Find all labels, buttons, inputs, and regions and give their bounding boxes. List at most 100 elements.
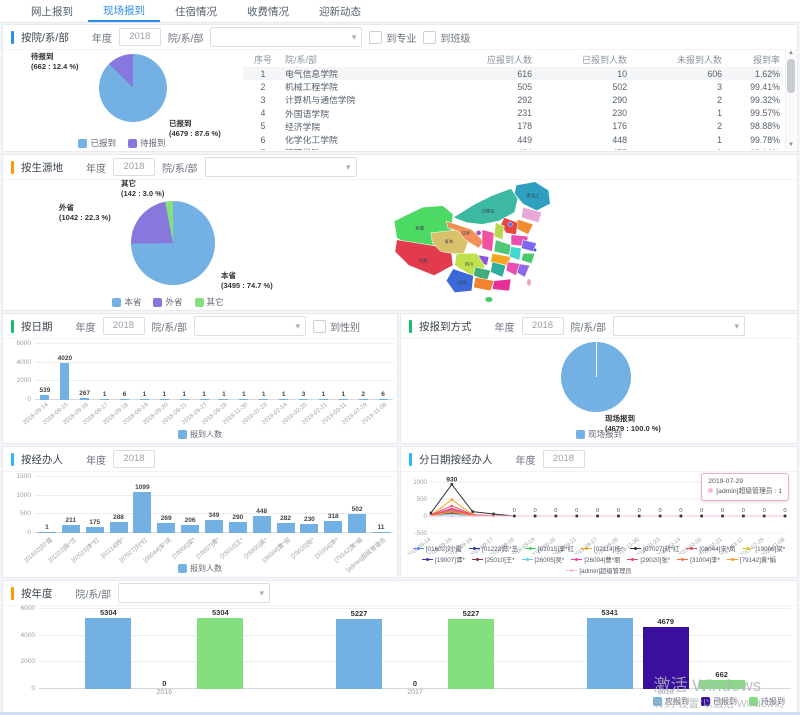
- bar[interactable]: [336, 619, 382, 689]
- table-row[interactable]: 2机械工程学院505502399.41%: [243, 80, 783, 93]
- pie-chart-report-status[interactable]: [99, 54, 167, 122]
- year-input[interactable]: 2018: [103, 317, 145, 335]
- legend-item[interactable]: [29020]张*: [627, 555, 670, 564]
- tab-5[interactable]: 迎新动态: [304, 0, 376, 22]
- tab-2[interactable]: 现场报到: [88, 0, 160, 22]
- scrollbar-thumb[interactable]: [787, 59, 795, 93]
- year-input[interactable]: 2018: [113, 450, 155, 468]
- bar[interactable]: [448, 619, 494, 689]
- legend-item[interactable]: [26005]吴*: [522, 555, 565, 564]
- bar[interactable]: [133, 492, 151, 533]
- china-map[interactable]: 新疆西藏青海甘肃内蒙古四川云南黑龙江: [368, 180, 608, 308]
- bar[interactable]: [699, 680, 745, 689]
- checkbox-to-gender[interactable]: 到性别: [313, 319, 360, 334]
- table-row[interactable]: 3计算机与通信学院292290299.32%: [243, 93, 783, 106]
- legend-item[interactable]: [31004]李*: [677, 555, 720, 564]
- bar-value-label: 1: [222, 391, 226, 398]
- legend-line-icon: [627, 558, 638, 561]
- checkbox-to-class[interactable]: 到班级: [423, 30, 470, 45]
- dept-select[interactable]: ▾: [194, 316, 306, 336]
- legend-item[interactable]: [admin]超级管理员: [566, 566, 631, 575]
- legend-item[interactable]: 待报到: [128, 137, 166, 149]
- bar-group: 530405304: [39, 609, 290, 689]
- table-cell: 178: [437, 121, 532, 131]
- year-input[interactable]: 2018: [119, 28, 161, 46]
- legend-item[interactable]: [07027]刘*红: [630, 544, 679, 553]
- legend-item[interactable]: [26004]曹*丽: [571, 555, 620, 564]
- dept-label: 院/系/部: [571, 319, 607, 334]
- x-tick-label: 2016: [39, 689, 290, 699]
- legend-item[interactable]: 本省: [112, 296, 141, 308]
- bar[interactable]: [85, 618, 131, 689]
- legend-item[interactable]: 待报到: [749, 696, 785, 707]
- legend-item[interactable]: 现场报到: [576, 428, 622, 440]
- bar[interactable]: [643, 627, 689, 689]
- dept-select[interactable]: ▾: [205, 157, 357, 177]
- table-row[interactable]: 7管理学院484475998.14%: [243, 146, 783, 150]
- panel-accent: [11, 320, 14, 333]
- bar[interactable]: [110, 522, 128, 533]
- bar[interactable]: [348, 514, 366, 533]
- map-province-label: 四川: [465, 261, 474, 266]
- bar[interactable]: [277, 523, 295, 534]
- legend-item[interactable]: [25010]王*: [472, 555, 515, 564]
- bar[interactable]: [205, 520, 223, 533]
- y-tick-label: 0: [8, 396, 31, 403]
- legend-item[interactable]: 报到人数: [178, 429, 222, 440]
- table-row[interactable]: 6化学化工学院449448199.78%: [243, 133, 783, 146]
- pie-chart-method[interactable]: [561, 342, 631, 412]
- bar[interactable]: [587, 618, 633, 689]
- legend-item[interactable]: [19006]梁*: [742, 544, 785, 553]
- tab-4[interactable]: 收费情况: [232, 0, 304, 22]
- bar[interactable]: [60, 363, 69, 401]
- bar[interactable]: [229, 522, 247, 533]
- year-input[interactable]: 2018: [522, 317, 564, 335]
- bar[interactable]: [253, 516, 271, 533]
- bar[interactable]: [197, 618, 243, 689]
- legend-item[interactable]: [02015]李*红: [525, 544, 574, 553]
- legend-item[interactable]: [02114]杨*: [581, 544, 623, 553]
- legend-item[interactable]: 已报到: [78, 137, 116, 149]
- year-input[interactable]: 2018: [113, 158, 155, 176]
- table-row[interactable]: 4外国语学院231230199.57%: [243, 107, 783, 120]
- table-header-cell: 应报到人数: [437, 53, 532, 66]
- year-label: 年度: [516, 452, 536, 467]
- scroll-down-icon[interactable]: ▼: [788, 141, 794, 150]
- legend-item[interactable]: 应报到: [653, 696, 689, 707]
- pie-chart-origin[interactable]: [131, 201, 215, 285]
- table-cell: 98.88%: [722, 121, 783, 131]
- dept-select[interactable]: ▾: [118, 583, 270, 603]
- tab-3[interactable]: 住宿情况: [160, 0, 232, 22]
- bar[interactable]: [300, 524, 318, 533]
- tab-1[interactable]: 网上报到: [16, 0, 88, 22]
- checkbox-to-major[interactable]: 到专业: [369, 30, 416, 45]
- legend-item[interactable]: [79142]黄*娟: [727, 555, 776, 564]
- legend-item[interactable]: [01602]刘*霞: [413, 544, 462, 553]
- legend-item[interactable]: 外省: [153, 296, 182, 308]
- bar-chart-by-year[interactable]: 0200040006000530405304522705227534146796…: [9, 609, 791, 699]
- table-row[interactable]: 5经济学院178176298.88%: [243, 120, 783, 133]
- y-tick-label: 2000: [8, 377, 31, 384]
- dept-select[interactable]: ▾: [210, 27, 362, 47]
- bar[interactable]: [324, 521, 342, 533]
- dept-select[interactable]: ▾: [613, 316, 745, 336]
- y-tick-label: 6000: [12, 605, 35, 612]
- bar[interactable]: [181, 525, 199, 533]
- table-cell: 3: [627, 82, 722, 92]
- scrollbar[interactable]: ▲ ▼: [785, 49, 796, 150]
- bar[interactable]: [62, 525, 80, 533]
- bar-chart-by-operator[interactable]: 0500100015001211175288109926920634929044…: [7, 477, 393, 561]
- legend-item[interactable]: 已报到: [701, 696, 737, 707]
- scroll-up-icon[interactable]: ▲: [788, 49, 794, 58]
- bar-chart-by-date[interactable]: 0200040006000539402026716111111113112620…: [7, 344, 393, 426]
- table-row[interactable]: 1电气信息学院616106061.62%: [243, 67, 783, 80]
- bar-value-label: 349: [209, 512, 220, 519]
- year-input[interactable]: 2018: [543, 450, 585, 468]
- legend-item[interactable]: [08044]宋*凤: [686, 544, 735, 553]
- legend-item[interactable]: [01222]陈*芝: [469, 544, 518, 553]
- table-cell: 99.32%: [722, 95, 783, 105]
- bar[interactable]: [157, 523, 175, 533]
- legend-item[interactable]: 报到人数: [178, 563, 222, 574]
- legend-item[interactable]: 其它: [195, 296, 224, 308]
- legend-item[interactable]: [19007]谭*: [422, 555, 465, 564]
